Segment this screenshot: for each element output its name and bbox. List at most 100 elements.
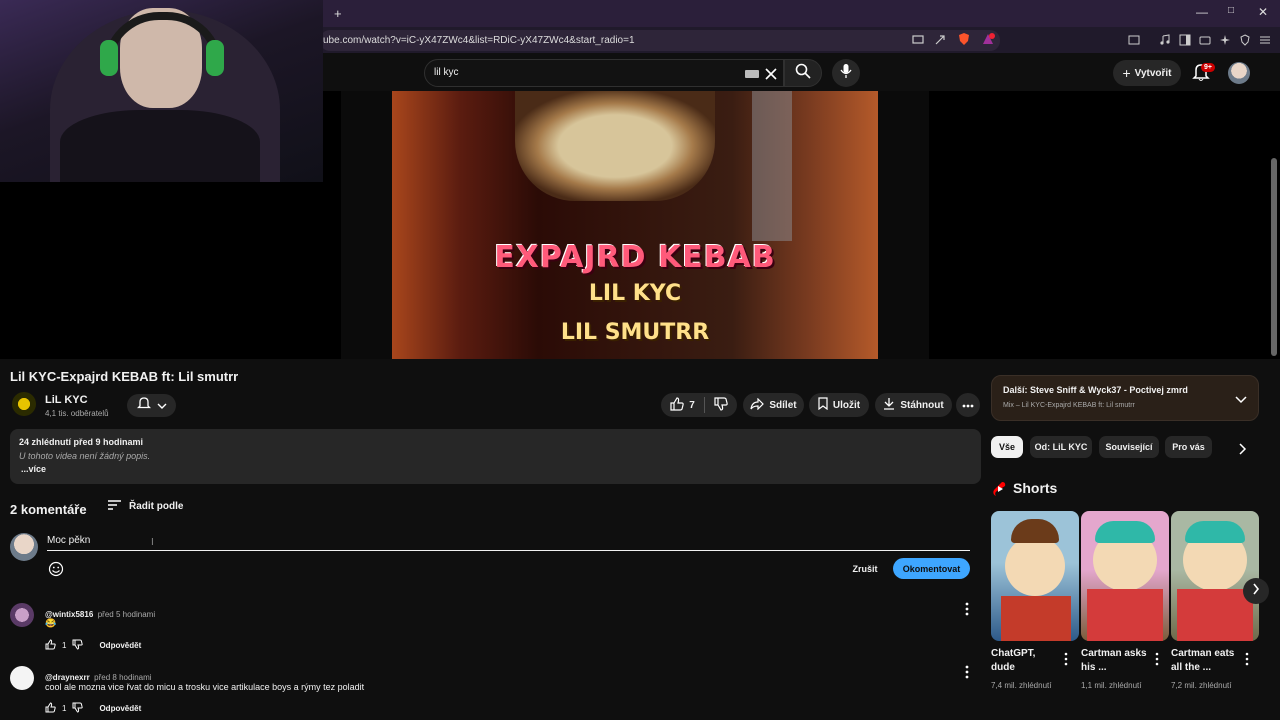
more-horizontal-icon (962, 400, 974, 411)
view-stats: 24 zhlédnutí před 9 hodinami (19, 437, 144, 447)
page-scrollbar[interactable] (1271, 158, 1277, 356)
more-vertical-icon[interactable] (961, 665, 973, 681)
chip-for-you[interactable]: Pro vás (1165, 436, 1212, 458)
comment-count: 2 komentáře (10, 502, 87, 517)
more-vertical-icon[interactable] (1243, 652, 1251, 671)
streamer-body (60, 110, 260, 182)
minimize-button[interactable]: — (1196, 5, 1208, 19)
search-button[interactable] (784, 59, 822, 87)
cancel-button[interactable]: Zrušit (846, 559, 884, 578)
account-avatar[interactable] (1228, 62, 1250, 84)
artwork-title: EXPAJRD KEBAB (494, 240, 776, 275)
create-button[interactable]: + Vytvořit (1113, 60, 1181, 86)
comment-like-count: 1 (62, 641, 67, 650)
brave-shield-icon[interactable] (956, 31, 972, 47)
reply-button[interactable]: Odpovědět (99, 641, 141, 650)
description-box[interactable] (10, 429, 981, 484)
voice-search-button[interactable] (832, 59, 860, 87)
short-title[interactable]: ChatGPT, dude (991, 647, 1061, 675)
chevron-down-icon (157, 397, 167, 415)
short-title[interactable]: Cartman eats all the ... (1171, 647, 1241, 675)
thumbs-down-icon[interactable] (72, 639, 84, 652)
show-more-link[interactable]: ...více (21, 464, 46, 474)
vpn-shield-icon[interactable] (1237, 32, 1253, 48)
bookmark-icon (818, 397, 828, 413)
comment-actions: 1 Odpovědět (45, 639, 141, 652)
shorts-heading: Shorts (1013, 480, 1058, 496)
save-button[interactable]: Uložit (809, 393, 869, 417)
dislike-button[interactable] (714, 396, 728, 414)
download-button[interactable]: Stáhnout (875, 393, 952, 417)
menu-icon[interactable] (1257, 32, 1273, 48)
keyboard-icon[interactable] (745, 70, 759, 78)
channel-name[interactable]: LiL KYC (45, 394, 88, 406)
up-next-panel[interactable] (991, 375, 1259, 421)
subscription-bell-button[interactable] (127, 394, 176, 417)
short-title[interactable]: Cartman asks his ... (1081, 647, 1151, 675)
like-dislike-group: 7 (661, 393, 737, 417)
cartoon-jacket (1087, 589, 1163, 641)
close-window-button[interactable]: ✕ (1258, 5, 1268, 19)
comment-time[interactable]: před 5 hodinami (98, 610, 155, 619)
more-vertical-icon[interactable] (1062, 652, 1070, 671)
comment-avatar[interactable] (10, 603, 34, 627)
new-tab-button[interactable]: + (334, 6, 342, 21)
sort-label: Řadit podle (129, 501, 184, 512)
comment-author[interactable]: @draynexrr (45, 673, 90, 682)
brave-rewards-icon[interactable] (980, 31, 996, 47)
comment-like-count: 1 (62, 704, 67, 713)
clear-search-icon[interactable] (765, 64, 777, 87)
more-vertical-icon[interactable] (961, 602, 973, 618)
chevron-down-icon[interactable] (1235, 392, 1247, 410)
maximize-button[interactable]: □ (1228, 5, 1234, 16)
comment-header: @wintix5816 před 5 hodinami (45, 604, 155, 622)
submit-comment-button[interactable]: Okomentovat (893, 558, 970, 579)
short-views: 7,2 mil. zhlédnutí (1171, 681, 1232, 690)
comment-input[interactable]: Moc pěkn (47, 533, 970, 551)
chip-all[interactable]: Vše (991, 436, 1023, 458)
plus-icon: + (1122, 65, 1131, 81)
short-views: 1,1 mil. zhlédnutí (1081, 681, 1142, 690)
emoji-icon (48, 561, 64, 581)
thumbs-down-icon[interactable] (72, 702, 84, 715)
share-page-icon[interactable] (932, 32, 948, 48)
like-count: 7 (689, 399, 695, 411)
more-actions-button[interactable] (956, 393, 980, 417)
cartoon-hat (1095, 521, 1155, 543)
create-label: Vytvořit (1134, 67, 1172, 79)
wallet-icon[interactable] (1197, 32, 1213, 48)
comment-avatar[interactable] (10, 666, 34, 690)
media-icon[interactable] (1157, 32, 1173, 48)
chip-from-channel[interactable]: Od: LiL KYC (1030, 436, 1092, 458)
sort-comments-button[interactable]: Řadit podle (108, 500, 183, 513)
emoji-picker-button[interactable] (48, 561, 64, 577)
cast-icon[interactable] (910, 32, 926, 48)
sidebar-icon[interactable] (1177, 32, 1193, 48)
leo-ai-icon[interactable] (1217, 32, 1233, 48)
short-thumbnail[interactable] (991, 511, 1079, 641)
chevron-right-icon[interactable] (1238, 442, 1248, 460)
shorts-next-button[interactable] (1243, 578, 1269, 604)
reader-mode-icon[interactable] (1126, 32, 1142, 48)
cartoon-hair (1011, 519, 1059, 543)
search-input[interactable]: lil kyc (424, 59, 784, 87)
url-text[interactable]: ube.com/watch?v=iC-yX47ZWc4&list=RDiC-yX… (323, 35, 635, 46)
thumbs-up-icon[interactable] (45, 702, 56, 715)
share-button[interactable]: Sdílet (743, 393, 804, 417)
search-icon (795, 63, 811, 84)
short-thumbnail[interactable] (1081, 511, 1169, 641)
search-query: lil kyc (434, 67, 459, 78)
channel-avatar[interactable] (12, 392, 36, 416)
more-vertical-icon[interactable] (1153, 652, 1161, 671)
reply-button[interactable]: Odpovědět (99, 704, 141, 713)
save-label: Uložit (832, 399, 861, 411)
like-button[interactable]: 7 (670, 396, 695, 414)
chip-related[interactable]: Související (1099, 436, 1159, 458)
notification-badge: 9+ (1201, 63, 1215, 72)
comment-time[interactable]: před 8 hodinami (94, 673, 151, 682)
subscriber-count: 4,1 tis. odběratelů (45, 409, 109, 418)
text-cursor-icon: I (151, 537, 154, 548)
short-thumbnail[interactable] (1171, 511, 1259, 641)
share-label: Sdílet (769, 399, 797, 411)
thumbs-up-icon[interactable] (45, 639, 56, 652)
